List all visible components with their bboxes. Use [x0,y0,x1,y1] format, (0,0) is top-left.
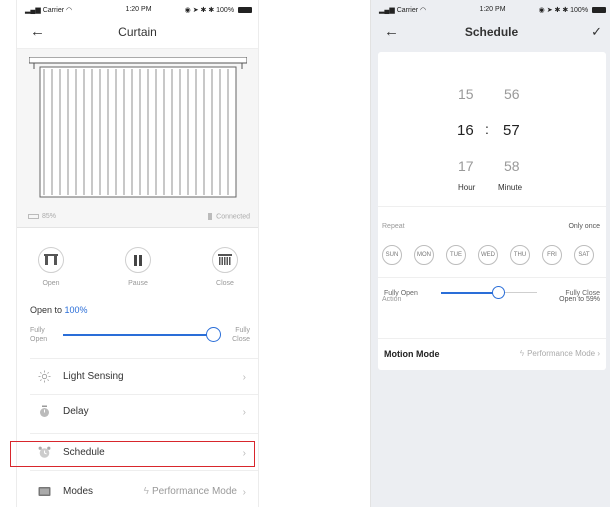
page-title: Curtain [118,25,157,39]
time-separator: : [485,121,489,137]
minute-option[interactable]: 56 [504,86,520,102]
status-bar: ▂▄▆ Carrier ◠ 1:20 PM ◉ ➤ ✱ ✱ 100% [379,6,606,18]
menu-item-delay[interactable]: Delay › [17,398,258,428]
motion-mode-label: Motion Mode [384,349,440,359]
open-label: Open [42,280,60,287]
divider [30,470,258,471]
battery-percent: 100% [216,7,235,14]
divider [378,206,606,207]
status-right: ◉ ➤ ✱ ✱ 100% [185,6,252,14]
confirm-check-icon[interactable]: ✓ [591,24,602,40]
plug-icon [208,213,213,220]
page-title: Schedule [464,25,519,39]
repeat-value[interactable]: Only once [568,223,600,230]
pause-label: Pause [128,280,148,287]
divider [30,433,258,434]
action-value: Open to 59% [559,296,600,303]
lightning-icon: ϟ [143,486,149,497]
divider [378,277,606,278]
day-thu[interactable]: THU [510,245,530,265]
divider [30,358,258,359]
day-sun[interactable]: SUN [382,245,402,265]
curtain-close-icon [218,254,232,265]
hour-option[interactable]: 17 [458,158,474,174]
schedule-highlight-box [10,441,255,467]
motion-mode-value[interactable]: ϟ Performance Mode › [520,349,600,358]
day-tue[interactable]: TUE [446,245,466,265]
pause-button[interactable]: Pause [118,247,158,287]
menu-item-light-sensing[interactable]: Light Sensing › [17,363,258,393]
curtain-open-icon [44,254,58,265]
battery-small-icon [28,213,39,219]
day-fri[interactable]: FRI [542,245,562,265]
curtain-preview: 85% Connected [17,48,258,228]
repeat-label: Repeat [382,223,405,230]
curtain-screen: ▂▄▆ Carrier ◠ 1:20 PM ◉ ➤ ✱ ✱ 100% ← Cur… [17,0,258,507]
status-icons: ◉ ➤ ✱ ✱ [538,7,569,14]
status-right: ◉ ➤ ✱ ✱ 100% [539,6,606,14]
minute-option[interactable]: 58 [504,158,520,174]
nav-bar: ← Schedule ✓ [371,22,610,44]
open-to-label: Open to 100% [30,305,88,315]
slider-min-label: Fully Open [30,327,48,343]
day-sat[interactable]: SAT [574,245,594,265]
curtain-illustration [29,57,247,198]
hour-label: Hour [458,183,476,192]
status-icons: ◉ ➤ ✱ ✱ [184,7,215,14]
modes-value: ϟ Performance Mode [143,486,237,497]
action-slider-min-label: Fully Open [384,290,418,297]
modes-icon [38,487,51,496]
action-slider-max-label: Fully Close [565,290,600,297]
menu-item-modes[interactable]: Modes ϟ Performance Mode › [17,478,258,507]
schedule-screen: ▂▄▆ Carrier ◠ 1:20 PM ◉ ➤ ✱ ✱ 100% ← Sch… [371,0,610,507]
close-label: Close [216,280,234,287]
position-slider-thumb[interactable] [206,327,221,342]
action-slider-fill[interactable] [441,292,498,294]
action-slider-thumb[interactable] [491,286,505,299]
divider [378,338,606,339]
lightning-icon: ϟ [519,349,525,358]
connection-status: Connected [208,213,250,220]
battery-icon [238,7,252,14]
battery-icon [592,7,606,14]
nav-bar: ← Curtain [17,22,258,44]
slider-max-label: Fully Close [232,327,250,343]
minute-selected[interactable]: 57 [503,122,520,139]
device-battery: 85% [28,213,56,220]
close-button[interactable]: Close [205,247,245,287]
pause-icon [134,254,142,266]
open-to-value: 100% [64,305,88,315]
hour-option[interactable]: 15 [458,86,474,102]
position-slider-track[interactable] [63,334,213,336]
divider [30,394,258,395]
battery-percent: 100% [570,7,589,14]
day-mon[interactable]: MON [414,245,434,265]
open-button[interactable]: Open [31,247,71,287]
action-label: Action [382,296,402,303]
hour-selected[interactable]: 16 [457,122,474,139]
chevron-right-icon: › [242,407,246,418]
day-wed[interactable]: WED [478,245,498,265]
chevron-right-icon: › [242,487,246,498]
sun-icon [38,370,51,383]
status-bar: ▂▄▆ Carrier ◠ 1:20 PM ◉ ➤ ✱ ✱ 100% [25,6,252,18]
timer-icon [40,405,49,417]
chevron-right-icon: › [242,372,246,383]
schedule-card: 15 16 17 : 56 57 58 Hour Minute Repeat O… [378,52,606,370]
minute-label: Minute [498,183,523,192]
